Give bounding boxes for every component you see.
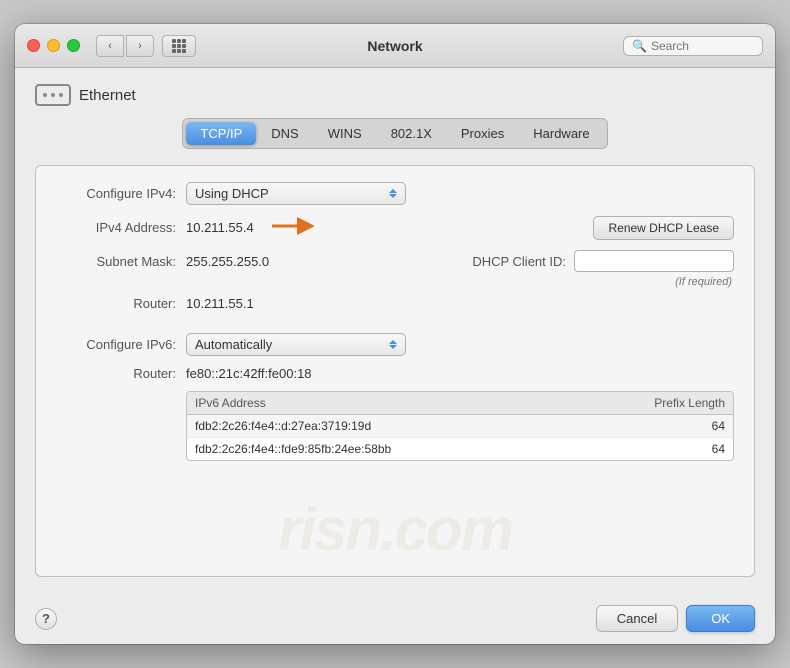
ipv6-prefix-1: 64 bbox=[625, 419, 725, 433]
configure-ipv6-label: Configure IPv6: bbox=[56, 337, 186, 352]
ipv6-prefix-column-header: Prefix Length bbox=[625, 396, 725, 410]
subnet-mask-row: Subnet Mask: 255.255.255.0 DHCP Client I… bbox=[56, 250, 734, 272]
forward-button[interactable]: › bbox=[126, 35, 154, 57]
maximize-button[interactable] bbox=[67, 39, 80, 52]
dhcp-client-id-label: DHCP Client ID: bbox=[472, 254, 566, 269]
ethernet-label: Ethernet bbox=[79, 87, 136, 104]
action-buttons: Cancel OK bbox=[596, 605, 755, 632]
dhcp-client-id-input[interactable] bbox=[574, 250, 734, 272]
nav-buttons: ‹ › bbox=[96, 35, 154, 57]
dropdown-arrows-ipv6-icon bbox=[389, 340, 397, 349]
ipv6-prefix-2: 64 bbox=[625, 442, 725, 456]
router-ipv4-row: Router: 10.211.55.1 bbox=[56, 296, 734, 311]
traffic-lights bbox=[27, 39, 80, 52]
ipv6-address-table: IPv6 Address Prefix Length fdb2:2c26:f4e… bbox=[186, 391, 734, 461]
close-button[interactable] bbox=[27, 39, 40, 52]
if-required-row: (If required) bbox=[56, 276, 734, 288]
tab-tcpip[interactable]: TCP/IP bbox=[186, 122, 256, 145]
grid-button[interactable] bbox=[162, 35, 196, 57]
orange-arrow-icon bbox=[264, 215, 314, 240]
tab-hardware[interactable]: Hardware bbox=[519, 122, 603, 145]
window-title: Network bbox=[367, 38, 422, 54]
tab-8021x[interactable]: 802.1X bbox=[377, 122, 446, 145]
ipv6-table-header: IPv6 Address Prefix Length bbox=[187, 392, 733, 415]
ipv4-address-row: IPv4 Address: 10.211.55.4 Renew DHCP Lea… bbox=[56, 215, 734, 240]
grid-icon bbox=[172, 39, 186, 53]
tab-dns[interactable]: DNS bbox=[257, 122, 312, 145]
search-bar[interactable]: 🔍 bbox=[623, 36, 763, 56]
router-ipv4-value: 10.211.55.1 bbox=[186, 296, 254, 311]
renew-dhcp-button[interactable]: Renew DHCP Lease bbox=[593, 216, 734, 240]
ethernet-header: Ethernet bbox=[35, 84, 755, 106]
titlebar: ‹ › Network 🔍 bbox=[15, 24, 775, 68]
search-input[interactable] bbox=[651, 39, 754, 53]
back-button[interactable]: ‹ bbox=[96, 35, 124, 57]
table-row: fdb2:2c26:f4e4::fde9:85fb:24ee:58bb 64 bbox=[187, 438, 733, 460]
subnet-mask-value: 255.255.255.0 bbox=[186, 254, 269, 269]
content-area: Ethernet TCP/IP DNS WINS 802.1X Proxies … bbox=[15, 68, 775, 593]
bottom-bar: ? Cancel OK bbox=[15, 593, 775, 644]
subnet-mask-label: Subnet Mask: bbox=[56, 254, 186, 269]
configure-ipv4-value: Using DHCP bbox=[195, 186, 269, 201]
ipv6-address-1: fdb2:2c26:f4e4::d:27ea:3719:19d bbox=[195, 419, 625, 433]
ipv4-address-label: IPv4 Address: bbox=[56, 220, 186, 235]
tab-bar: TCP/IP DNS WINS 802.1X Proxies Hardware bbox=[182, 118, 607, 149]
router-ipv4-label: Router: bbox=[56, 296, 186, 311]
ethernet-icon bbox=[35, 84, 71, 106]
table-row: fdb2:2c26:f4e4::d:27ea:3719:19d 64 bbox=[187, 415, 733, 438]
configure-ipv6-row: Configure IPv6: Automatically bbox=[56, 333, 734, 356]
tab-proxies[interactable]: Proxies bbox=[447, 122, 518, 145]
cancel-button[interactable]: Cancel bbox=[596, 605, 678, 632]
dropdown-arrows-icon bbox=[389, 189, 397, 198]
ok-button[interactable]: OK bbox=[686, 605, 755, 632]
ipv6-address-2: fdb2:2c26:f4e4::fde9:85fb:24ee:58bb bbox=[195, 442, 625, 456]
minimize-button[interactable] bbox=[47, 39, 60, 52]
configure-ipv4-row: Configure IPv4: Using DHCP bbox=[56, 182, 734, 205]
tab-wins[interactable]: WINS bbox=[314, 122, 376, 145]
configure-ipv4-label: Configure IPv4: bbox=[56, 186, 186, 201]
router-ipv6-label: Router: bbox=[56, 366, 186, 381]
router-ipv6-row: Router: fe80::21c:42ff:fe00:18 bbox=[56, 366, 734, 381]
ipv6-address-column-header: IPv6 Address bbox=[195, 396, 625, 410]
configure-ipv4-dropdown[interactable]: Using DHCP bbox=[186, 182, 406, 205]
search-icon: 🔍 bbox=[632, 39, 647, 53]
ipv4-address-value: 10.211.55.4 bbox=[186, 220, 254, 235]
if-required-label: (If required) bbox=[675, 276, 732, 288]
help-button[interactable]: ? bbox=[35, 608, 57, 630]
settings-panel: Configure IPv4: Using DHCP IPv4 Address:… bbox=[35, 165, 755, 577]
configure-ipv6-dropdown[interactable]: Automatically bbox=[186, 333, 406, 356]
router-ipv6-value: fe80::21c:42ff:fe00:18 bbox=[186, 366, 312, 381]
configure-ipv6-value: Automatically bbox=[195, 337, 272, 352]
